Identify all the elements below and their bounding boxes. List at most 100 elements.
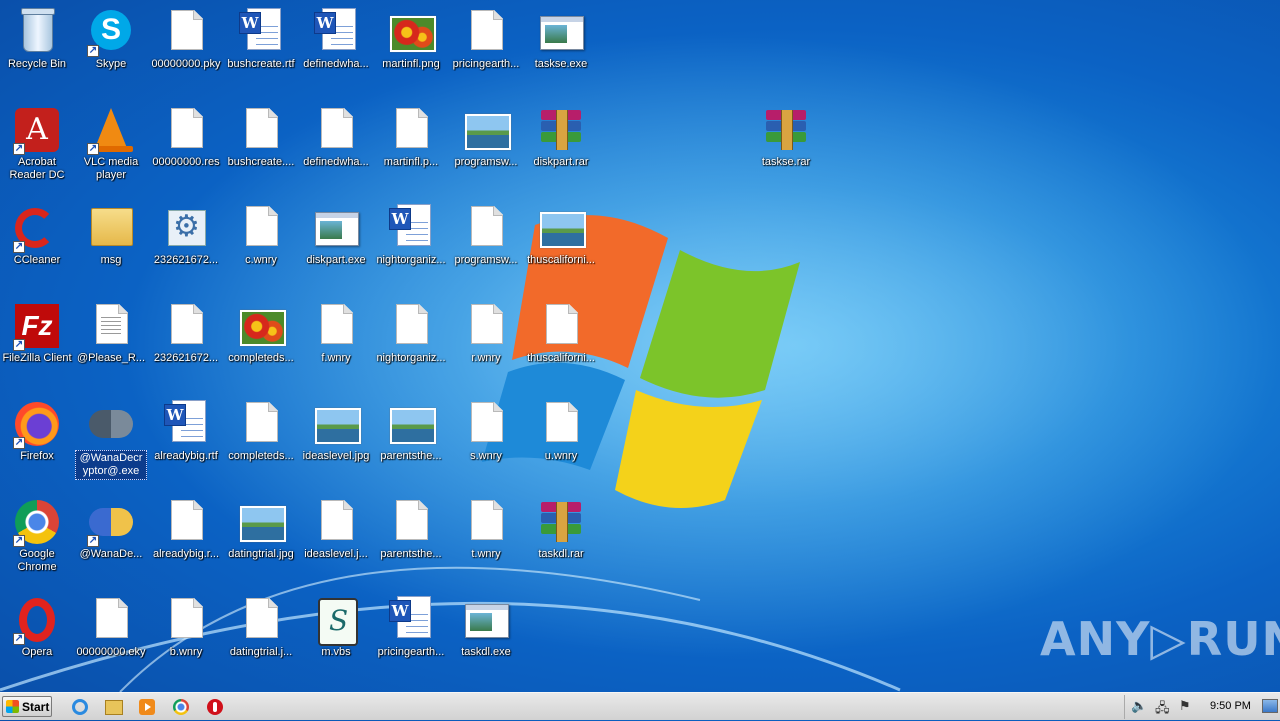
taskdl-exe-file[interactable]: taskdl.exe <box>449 590 523 680</box>
programsw-image-file[interactable]: programsw... <box>449 100 523 190</box>
image-thumbnail-icon <box>390 408 436 444</box>
u-wnry-file[interactable]: u.wnry <box>524 394 598 484</box>
pricingearth-rtf-file[interactable]: W pricingearth... <box>374 590 448 680</box>
shortcut-arrow-icon: ↗ <box>13 437 25 449</box>
shortcut-arrow-icon: ↗ <box>13 339 25 351</box>
nightorganiz-rtf-file[interactable]: W nightorganiz... <box>374 198 448 288</box>
blank-file-icon <box>246 108 278 148</box>
gear-icon <box>168 209 206 246</box>
numeric-file[interactable]: 232621672... <box>149 296 223 386</box>
r-wnry-file[interactable]: r.wnry <box>449 296 523 386</box>
media-player-icon <box>139 699 155 715</box>
blank-file-icon <box>396 108 428 148</box>
taskse-exe-file[interactable]: taskse.exe <box>524 2 598 92</box>
word-icon: W <box>164 404 186 426</box>
word-icon: W <box>389 208 411 230</box>
blank-file-icon <box>246 206 278 246</box>
datingtrial-file[interactable]: datingtrial.j... <box>224 590 298 680</box>
completeds-image-file[interactable]: completeds... <box>224 296 298 386</box>
show-desktop-button[interactable] <box>1262 699 1278 713</box>
opera-shortcut[interactable]: ↗ Opera <box>0 590 74 680</box>
blank-file-icon <box>321 500 353 540</box>
taskbar-media-player[interactable] <box>137 697 157 717</box>
bushcreate-file[interactable]: bushcreate.... <box>224 100 298 190</box>
pricingearth-file[interactable]: pricingearth... <box>449 2 523 92</box>
wanadecryptor-shortcut[interactable]: ↗ @WanaDe... <box>74 492 148 582</box>
datingtrial-jpg-file[interactable]: datingtrial.jpg <box>224 492 298 582</box>
taskbar-chrome[interactable] <box>171 697 191 717</box>
word-icon: W <box>314 12 336 34</box>
image-thumbnail-icon <box>240 506 286 542</box>
alreadybig-file[interactable]: alreadybig.r... <box>149 492 223 582</box>
t-wnry-file[interactable]: t.wnry <box>449 492 523 582</box>
martinfl-file[interactable]: martinfl.p... <box>374 100 448 190</box>
winrar-archive-icon <box>766 110 806 150</box>
eky-file[interactable]: 00000000.eky <box>74 590 148 680</box>
nightorganiz-file[interactable]: nightorganiz... <box>374 296 448 386</box>
blank-file-icon <box>171 304 203 344</box>
numeric-exe-file[interactable]: 232621672... <box>149 198 223 288</box>
skype-shortcut[interactable]: S ↗ Skype <box>74 2 148 92</box>
image-thumbnail-icon <box>240 310 286 346</box>
shortcut-arrow-icon: ↗ <box>87 535 99 547</box>
taskbar-internet-explorer[interactable] <box>70 697 90 717</box>
b-wnry-file[interactable]: b.wnry <box>149 590 223 680</box>
res-file[interactable]: 00000000.res <box>149 100 223 190</box>
diskpart-exe-file[interactable]: diskpart.exe <box>299 198 373 288</box>
please-read-file[interactable]: @Please_R... <box>74 296 148 386</box>
taskbar-file-explorer[interactable] <box>103 697 123 717</box>
taskse-rar-file[interactable]: taskse.rar <box>749 100 823 190</box>
definedwha-file[interactable]: definedwha... <box>299 100 373 190</box>
s-wnry-file[interactable]: s.wnry <box>449 394 523 484</box>
folder-icon <box>105 700 123 715</box>
clock[interactable]: 9:50 PM <box>1210 700 1251 712</box>
blank-file-icon <box>171 10 203 50</box>
acrobat-reader-shortcut[interactable]: A ↗ Acrobat Reader DC <box>0 100 74 190</box>
filezilla-shortcut[interactable]: Fz ↗ FileZilla Client <box>0 296 74 386</box>
ideaslevel-file[interactable]: ideaslevel.j... <box>299 492 373 582</box>
exe-window-icon <box>465 604 509 638</box>
parentsthe-file[interactable]: parentsthe... <box>374 492 448 582</box>
network-icon[interactable]: 🖧 <box>1155 699 1170 721</box>
thuscaliforni-image-file[interactable]: thuscaliforni... <box>524 198 598 288</box>
shortcut-arrow-icon: ↗ <box>87 45 99 57</box>
recycle-bin-icon[interactable]: Recycle Bin <box>0 2 74 92</box>
start-label: Start <box>22 700 50 714</box>
pky-file[interactable]: 00000000.pky <box>149 2 223 92</box>
opera-icon <box>207 699 223 715</box>
ideaslevel-jpg-file[interactable]: ideaslevel.jpg <box>299 394 373 484</box>
internet-explorer-icon <box>72 699 88 715</box>
m-vbs-file[interactable]: m.vbs <box>299 590 373 680</box>
msg-folder[interactable]: msg <box>74 198 148 288</box>
f-wnry-file[interactable]: f.wnry <box>299 296 373 386</box>
desktop[interactable]: Recycle Bin A ↗ Acrobat Reader DC ↗ CClea… <box>0 0 1280 692</box>
start-button[interactable]: Start <box>2 696 52 717</box>
vlc-shortcut[interactable]: ↗ VLC media player <box>74 100 148 190</box>
completeds-file[interactable]: completeds... <box>224 394 298 484</box>
diskpart-rar-file[interactable]: diskpart.rar <box>524 100 598 190</box>
parentsthe-image-file[interactable]: parentsthe... <box>374 394 448 484</box>
google-chrome-shortcut[interactable]: ↗ Google Chrome <box>0 492 74 582</box>
system-tray: 🔈 🖧 ⚑ 9:50 PM <box>1124 695 1280 719</box>
martinfl-png-file[interactable]: martinfl.png <box>374 2 448 92</box>
bushcreate-rtf-file[interactable]: W bushcreate.rtf <box>224 2 298 92</box>
skype-icon: S <box>91 10 131 50</box>
definedwha-rtf-file[interactable]: W definedwha... <box>299 2 373 92</box>
programsw-file[interactable]: programsw... <box>449 198 523 288</box>
ccleaner-shortcut[interactable]: ↗ CCleaner <box>0 198 74 288</box>
alreadybig-rtf-file[interactable]: W alreadybig.rtf <box>149 394 223 484</box>
action-center-flag-icon[interactable]: ⚑ <box>1179 699 1191 714</box>
wanadecryptor-exe-file[interactable]: @WanaDecryptor@.exe <box>74 394 148 484</box>
thuscaliforni-file[interactable]: thuscaliforni... <box>524 296 598 386</box>
shortcut-arrow-icon: ↗ <box>13 535 25 547</box>
image-thumbnail-icon <box>390 16 436 52</box>
firefox-shortcut[interactable]: ↗ Firefox <box>0 394 74 484</box>
blank-file-icon <box>171 598 203 638</box>
blank-file-icon <box>471 500 503 540</box>
taskdl-rar-file[interactable]: taskdl.rar <box>524 492 598 582</box>
taskbar-opera[interactable] <box>205 697 225 717</box>
vlc-cone-icon <box>89 108 133 152</box>
c-wnry-file[interactable]: c.wnry <box>224 198 298 288</box>
volume-icon[interactable]: 🔈 <box>1131 699 1147 714</box>
blank-file-icon <box>171 108 203 148</box>
